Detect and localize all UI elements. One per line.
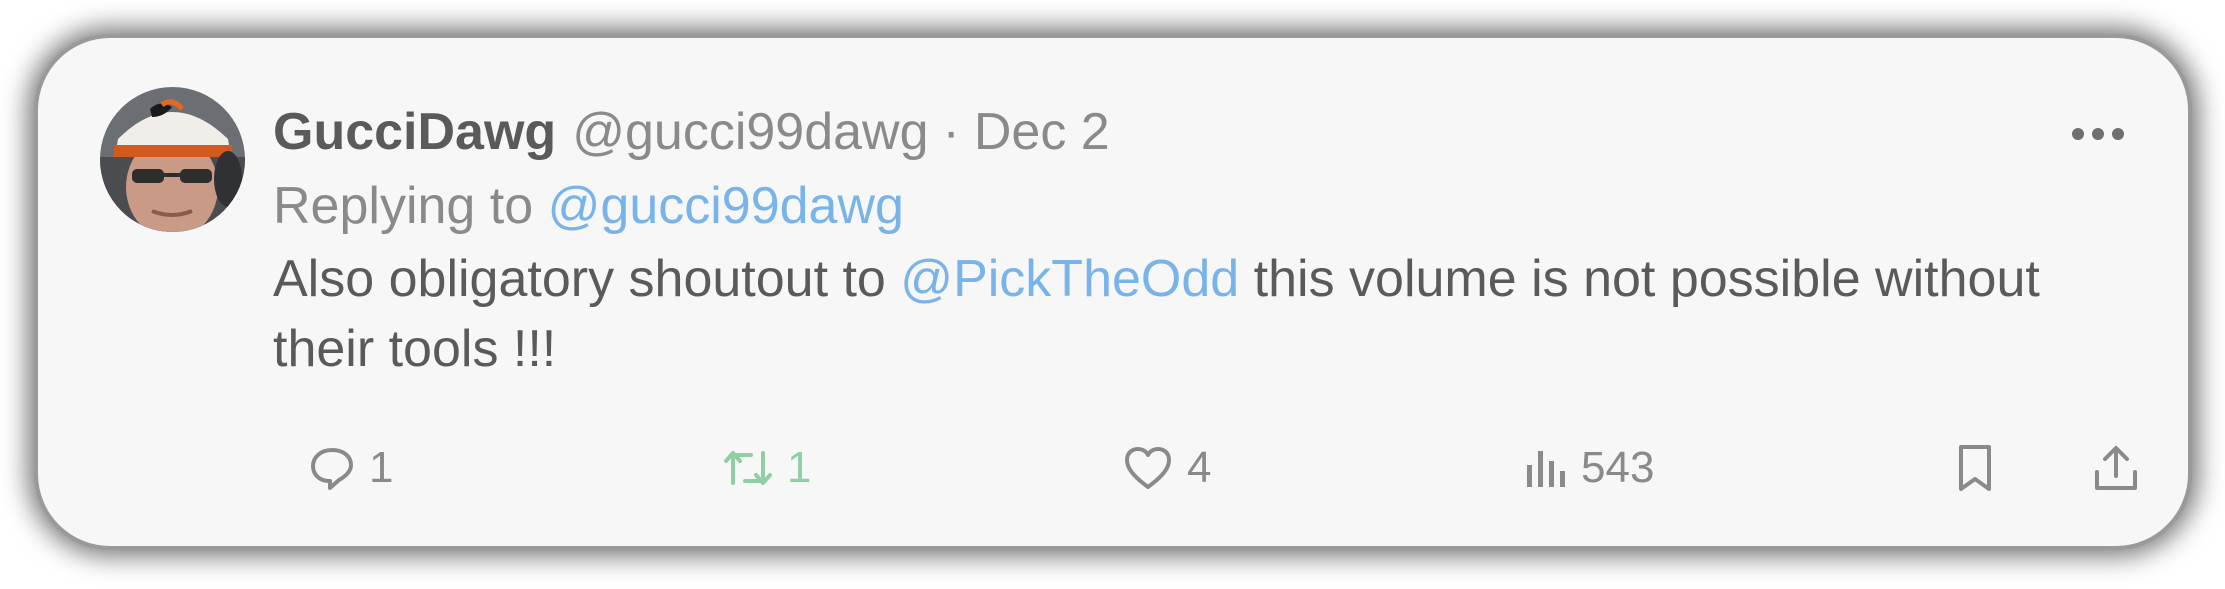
views-button[interactable]: 543 — [1523, 433, 1654, 503]
tweet-body: Also obligatory shoutout to @PickTheOdd … — [273, 244, 2093, 384]
avatar[interactable] — [100, 87, 245, 232]
reply-count: 1 — [369, 443, 394, 492]
tweet-card[interactable]: GucciDawg @gucci99dawg · Dec 2 Replying … — [38, 38, 2188, 546]
more-horizontal-icon — [2072, 128, 2124, 140]
share-upload-icon — [2095, 446, 2137, 490]
replying-to-label: Replying to — [273, 177, 534, 235]
tweet-text-part-1: Also obligatory shoutout to — [273, 250, 901, 308]
retweet-button[interactable]: 1 — [723, 433, 811, 503]
tweet-mention-link[interactable]: @PickTheOdd — [900, 250, 1239, 308]
like-count: 4 — [1187, 443, 1212, 492]
like-button[interactable]: 4 — [1123, 433, 1211, 503]
speech-bubble-icon — [311, 448, 353, 490]
replying-to-mention-link[interactable]: @gucci99dawg — [548, 177, 904, 235]
screenshot-canvas: GucciDawg @gucci99dawg · Dec 2 Replying … — [0, 0, 2225, 589]
share-button[interactable] — [2093, 433, 2139, 503]
more-options-button[interactable] — [2070, 106, 2126, 162]
bookmark-icon — [1959, 445, 1991, 491]
bookmark-button[interactable] — [1955, 433, 1995, 503]
author-display-name[interactable]: GucciDawg — [273, 96, 556, 168]
tweet-actions-bar: 1 1 4 543 — [273, 433, 2137, 503]
tweet-header: GucciDawg @gucci99dawg · Dec 2 — [273, 96, 1110, 168]
reply-button[interactable]: 1 — [309, 433, 393, 503]
replying-to-line: Replying to @gucci99dawg — [273, 170, 904, 242]
bar-chart-icon — [1527, 451, 1565, 487]
header-separator: · — [942, 103, 960, 161]
heart-icon — [1125, 447, 1171, 489]
tweet-date[interactable]: Dec 2 — [974, 96, 1110, 168]
author-handle[interactable]: @gucci99dawg — [572, 96, 928, 168]
avatar-photo — [100, 87, 245, 232]
retweet-arrows-icon — [724, 451, 772, 485]
retweet-count: 1 — [787, 443, 812, 492]
views-count: 543 — [1581, 443, 1655, 492]
